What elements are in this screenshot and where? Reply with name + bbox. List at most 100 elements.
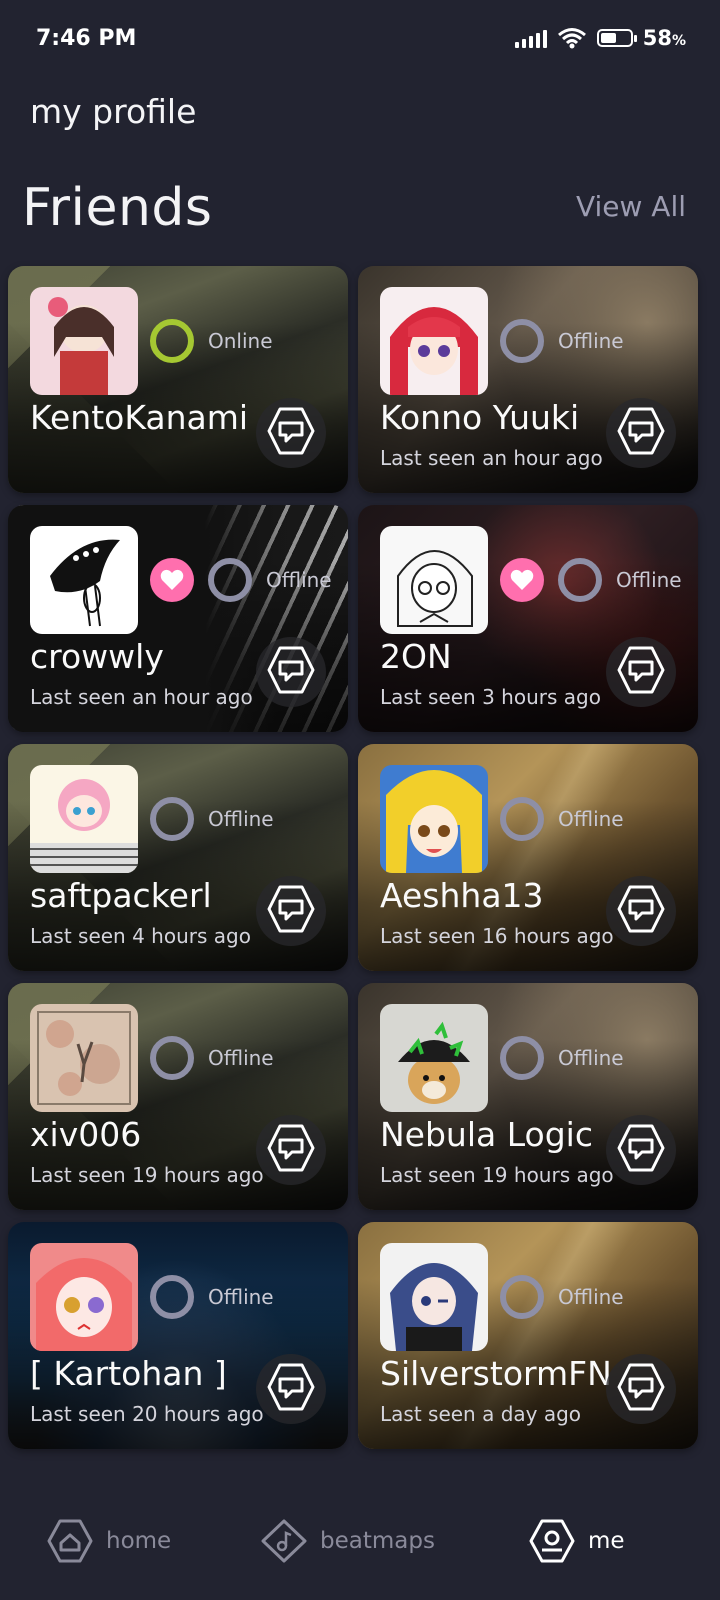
friend-card[interactable]: Offline [ Kartohan ] Last seen 20 hours ag…: [8, 1222, 348, 1449]
battery-icon: [596, 29, 637, 47]
friend-status: Offline: [208, 1285, 274, 1309]
friend-last-seen: Last seen 16 hours ago: [380, 924, 614, 948]
friend-status: Offline: [558, 807, 624, 831]
friend-card[interactable]: Offline 2ON Last seen 3 hours ago: [358, 505, 698, 732]
friend-avatar[interactable]: [30, 1004, 138, 1112]
chat-button[interactable]: [256, 1354, 326, 1424]
chat-button[interactable]: [606, 1115, 676, 1185]
status-indicator-icon: [500, 1275, 544, 1319]
chat-button[interactable]: [606, 1354, 676, 1424]
friend-last-seen: Last seen 20 hours ago: [30, 1402, 264, 1426]
friend-avatar[interactable]: [380, 287, 488, 395]
chat-icon: [615, 644, 667, 700]
friend-card[interactable]: Offline Nebula Logic Last seen 19 hours ag…: [358, 983, 698, 1210]
chat-icon: [615, 883, 667, 939]
friend-avatar[interactable]: [380, 1243, 488, 1351]
page-title: my profile: [30, 92, 197, 131]
friend-avatar[interactable]: [380, 526, 488, 634]
status-indicator-icon: [500, 319, 544, 363]
friend-name: xiv006: [30, 1115, 142, 1154]
friend-card[interactable]: Offline saftpackerl Last seen 4 hours ago: [8, 744, 348, 971]
chat-icon: [615, 405, 667, 461]
nav-beatmaps-label: beatmaps: [320, 1528, 435, 1554]
friend-card[interactable]: Offline xiv006 Last seen 19 hours ago: [8, 983, 348, 1210]
status-indicator-icon: [558, 558, 602, 602]
friend-card[interactable]: Online KentoKanami: [8, 266, 348, 493]
status-indicator-icon: [150, 797, 194, 841]
chat-button[interactable]: [606, 637, 676, 707]
chat-button[interactable]: [256, 1115, 326, 1185]
chat-button[interactable]: [606, 398, 676, 468]
chat-button[interactable]: [256, 398, 326, 468]
friend-last-seen: Last seen 3 hours ago: [380, 685, 601, 709]
chat-button[interactable]: [256, 876, 326, 946]
chat-icon: [265, 883, 317, 939]
friend-name: Nebula Logic: [380, 1115, 593, 1154]
nav-beatmaps[interactable]: beatmaps: [260, 1518, 435, 1564]
nav-me-label: me: [588, 1528, 625, 1554]
favorite-heart-icon[interactable]: [500, 558, 544, 602]
chat-button[interactable]: [606, 876, 676, 946]
chat-icon: [265, 644, 317, 700]
friend-name: crowwly: [30, 637, 164, 676]
friend-name: Aeshha13: [380, 876, 544, 915]
nav-home-label: home: [106, 1528, 172, 1554]
chat-icon: [615, 1361, 667, 1417]
chat-icon: [265, 1361, 317, 1417]
friend-last-seen: Last seen 4 hours ago: [30, 924, 251, 948]
friend-avatar[interactable]: [380, 1004, 488, 1112]
friend-last-seen: Last seen an hour ago: [30, 685, 253, 709]
nav-home[interactable]: home: [46, 1518, 171, 1564]
profile-icon: [529, 1519, 575, 1563]
view-all-link[interactable]: View All: [576, 190, 686, 223]
friend-status: Offline: [558, 1046, 624, 1070]
status-indicator-icon: [208, 558, 252, 602]
status-time: 7:46 PM: [36, 26, 137, 51]
bottom-nav: home beatmaps me: [0, 1490, 720, 1600]
signal-icon: [514, 28, 547, 48]
friend-status: Offline: [208, 1046, 274, 1070]
friend-last-seen: Last seen 19 hours ago: [380, 1163, 614, 1187]
friend-name: KentoKanami: [30, 398, 249, 437]
friend-name: SilverstormFN: [380, 1354, 612, 1393]
status-indicator-icon: [500, 1036, 544, 1080]
status-icons: 58%: [514, 26, 686, 50]
friend-status: Offline: [558, 1285, 624, 1309]
friends-section-title: Friends: [22, 178, 213, 238]
friend-status: Offline: [208, 807, 274, 831]
status-bar: 7:46 PM 58%: [0, 0, 720, 84]
friend-card[interactable]: Offline crowwly Last seen an hour ago: [8, 505, 348, 732]
friend-avatar[interactable]: [30, 765, 138, 873]
friend-card[interactable]: Offline Konno Yuuki Last seen an hour ago: [358, 266, 698, 493]
friend-name: [ Kartohan ]: [30, 1354, 227, 1393]
friend-status: Online: [208, 329, 273, 353]
friend-last-seen: Last seen an hour ago: [380, 446, 603, 470]
friend-last-seen: Last seen a day ago: [380, 1402, 582, 1426]
status-indicator-icon: [150, 1275, 194, 1319]
status-indicator-icon: [150, 1036, 194, 1080]
friend-name: Konno Yuuki: [380, 398, 580, 437]
wifi-icon: [557, 28, 586, 49]
chat-icon: [265, 1122, 317, 1178]
friend-status: Offline: [616, 568, 682, 592]
friend-avatar[interactable]: [380, 765, 488, 873]
home-icon: [47, 1519, 93, 1563]
friend-avatar[interactable]: [30, 1243, 138, 1351]
chat-button[interactable]: [256, 637, 326, 707]
favorite-heart-icon[interactable]: [150, 558, 194, 602]
chat-icon: [615, 1122, 667, 1178]
chat-icon: [265, 405, 317, 461]
friend-card[interactable]: Offline SilverstormFN Last seen a day ago: [358, 1222, 698, 1449]
battery-level: 58%: [642, 26, 686, 50]
friend-name: saftpackerl: [30, 876, 212, 915]
friend-avatar[interactable]: [30, 526, 138, 634]
status-indicator-icon: [500, 797, 544, 841]
status-indicator-icon: [150, 319, 194, 363]
nav-me[interactable]: me: [528, 1518, 625, 1564]
music-note-icon: [261, 1519, 307, 1563]
friend-status: Offline: [266, 568, 332, 592]
friend-name: 2ON: [380, 637, 452, 676]
friend-last-seen: Last seen 19 hours ago: [30, 1163, 264, 1187]
friend-card[interactable]: Offline Aeshha13 Last seen 16 hours ago: [358, 744, 698, 971]
friend-avatar[interactable]: [30, 287, 138, 395]
